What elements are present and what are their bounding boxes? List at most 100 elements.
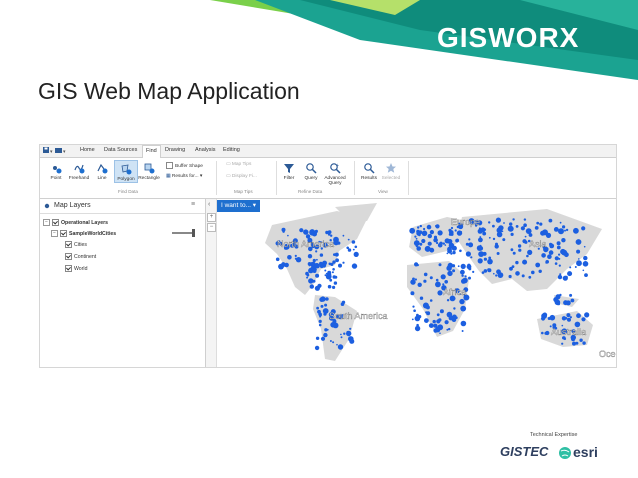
city-point[interactable] (442, 283, 445, 286)
city-point[interactable] (435, 224, 438, 228)
city-point[interactable] (567, 317, 571, 322)
city-point[interactable] (340, 333, 342, 336)
city-point[interactable] (464, 275, 467, 278)
city-point[interactable] (351, 263, 358, 269)
city-point[interactable] (325, 297, 329, 301)
city-point[interactable] (349, 327, 352, 330)
sampleworldcities-checkbox[interactable] (60, 230, 67, 237)
city-point[interactable] (427, 233, 432, 239)
city-point[interactable] (553, 227, 559, 232)
city-point[interactable] (423, 227, 426, 231)
city-point[interactable] (497, 272, 504, 278)
city-point[interactable] (312, 258, 316, 263)
city-point[interactable] (355, 254, 358, 257)
city-point[interactable] (565, 300, 571, 306)
city-point[interactable] (567, 271, 573, 277)
city-point[interactable] (444, 244, 447, 246)
city-point[interactable] (515, 260, 519, 265)
city-point[interactable] (435, 278, 439, 282)
city-point[interactable] (460, 305, 467, 312)
city-point[interactable] (468, 238, 471, 241)
city-point[interactable] (416, 263, 419, 267)
city-point[interactable] (338, 263, 342, 268)
city-point[interactable] (554, 262, 558, 265)
city-point[interactable] (570, 298, 575, 303)
city-point[interactable] (440, 274, 446, 280)
city-point[interactable] (460, 263, 466, 269)
city-point[interactable] (414, 278, 417, 281)
city-point[interactable] (343, 332, 346, 335)
city-point[interactable] (556, 245, 561, 250)
city-point[interactable] (307, 254, 313, 259)
city-point[interactable] (423, 279, 427, 283)
city-point[interactable] (308, 264, 311, 267)
city-point[interactable] (495, 242, 498, 246)
city-point[interactable] (508, 274, 512, 279)
city-point[interactable] (515, 271, 520, 276)
rectangle-button[interactable]: Rectangle (138, 162, 160, 181)
city-point[interactable] (347, 238, 350, 241)
city-point[interactable] (446, 328, 449, 331)
city-point[interactable] (319, 253, 324, 257)
city-point[interactable] (575, 239, 582, 245)
opacity-slider[interactable] (172, 229, 195, 237)
city-point[interactable] (460, 231, 463, 233)
city-point[interactable] (545, 260, 549, 264)
city-point[interactable] (468, 267, 472, 271)
city-point[interactable] (548, 218, 553, 223)
city-point[interactable] (335, 258, 339, 263)
city-point[interactable] (342, 261, 345, 264)
city-point[interactable] (478, 246, 484, 251)
city-point[interactable] (468, 276, 471, 280)
tab-home[interactable]: Home (80, 147, 95, 153)
city-point[interactable] (446, 311, 453, 318)
city-point[interactable] (569, 316, 572, 319)
city-point[interactable] (536, 221, 540, 225)
city-point[interactable] (351, 240, 356, 244)
city-point[interactable] (295, 257, 302, 263)
city-point[interactable] (558, 253, 561, 256)
advanced-query-button[interactable]: + Advanced Query (322, 162, 348, 186)
city-point[interactable] (526, 254, 529, 258)
city-point[interactable] (542, 229, 548, 236)
city-point[interactable] (447, 248, 452, 254)
filter-button[interactable]: Filter (278, 162, 300, 181)
city-point[interactable] (472, 270, 475, 273)
city-point[interactable] (413, 309, 416, 312)
city-point[interactable] (439, 309, 444, 314)
city-point[interactable] (446, 299, 450, 302)
city-point[interactable] (333, 253, 336, 256)
city-point[interactable] (439, 332, 441, 334)
city-point[interactable] (411, 318, 414, 321)
city-point[interactable] (424, 318, 429, 323)
city-point[interactable] (437, 230, 443, 236)
city-point[interactable] (426, 224, 432, 230)
city-point[interactable] (575, 341, 579, 345)
city-point[interactable] (495, 274, 498, 277)
operational-layers-checkbox[interactable] (52, 219, 59, 226)
city-point[interactable] (523, 218, 527, 221)
city-point[interactable] (515, 225, 519, 228)
zoom-out-button[interactable]: − (207, 223, 216, 232)
results-for-dropdown[interactable]: ▦ Results for... ▾ (166, 174, 202, 179)
city-point[interactable] (452, 269, 456, 273)
city-point[interactable] (410, 291, 415, 296)
city-point[interactable] (583, 245, 586, 248)
city-point[interactable] (583, 255, 588, 261)
city-point[interactable] (503, 222, 505, 224)
city-point[interactable] (318, 323, 322, 327)
city-point[interactable] (558, 257, 561, 260)
city-point[interactable] (556, 302, 561, 306)
city-point[interactable] (492, 237, 496, 241)
city-point[interactable] (558, 228, 564, 235)
city-point[interactable] (461, 330, 464, 332)
city-point[interactable] (417, 282, 422, 287)
city-point[interactable] (549, 314, 556, 321)
city-point[interactable] (427, 241, 432, 246)
city-point[interactable] (496, 252, 500, 255)
city-point[interactable] (579, 338, 583, 342)
city-point[interactable] (332, 341, 335, 344)
city-point[interactable] (308, 267, 314, 274)
city-point[interactable] (534, 226, 539, 230)
city-point[interactable] (465, 251, 471, 257)
